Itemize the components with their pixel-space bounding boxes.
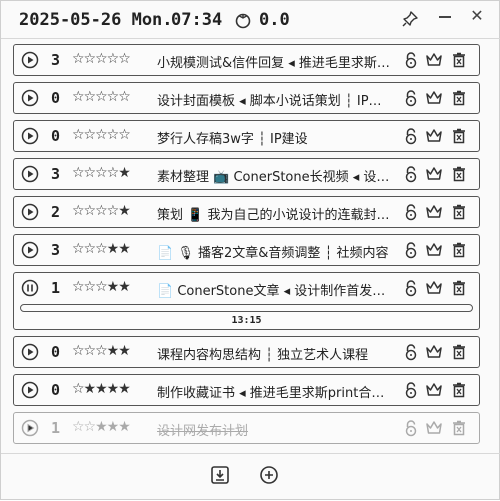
crown-icon[interactable] xyxy=(425,127,443,145)
trash-icon[interactable] xyxy=(450,241,468,259)
minimize-button[interactable] xyxy=(439,16,451,18)
add-task-icon[interactable] xyxy=(259,465,279,485)
task-title[interactable]: 小规模测试&信件回复 ◂ 推进毛里求斯… xyxy=(157,52,397,71)
priority-stars[interactable]: ☆☆☆★★ xyxy=(72,343,131,359)
task-row[interactable]: 0 ☆☆☆☆☆ 梦行人存稿3w字 ┆ IP建设 xyxy=(13,120,480,152)
trash-icon[interactable] xyxy=(450,279,468,297)
close-button[interactable]: ✕ xyxy=(469,8,485,24)
lock-icon[interactable] xyxy=(402,279,420,297)
priority-stars[interactable]: ☆☆☆☆☆ xyxy=(72,89,131,105)
task-row[interactable]: 3 ☆☆☆☆☆ 小规模测试&信件回复 ◂ 推进毛里求斯… xyxy=(13,44,480,76)
priority-stars[interactable]: ☆☆☆☆★ xyxy=(72,203,131,219)
trash-icon[interactable] xyxy=(450,381,468,399)
play-icon[interactable] xyxy=(21,381,39,399)
progress-bar[interactable] xyxy=(20,304,473,312)
play-icon[interactable] xyxy=(21,419,39,437)
score-label: 0.0 xyxy=(259,10,290,30)
pomodoro-count: 0 xyxy=(51,89,61,107)
play-icon[interactable] xyxy=(21,203,39,221)
pomodoro-count: 1 xyxy=(51,279,61,297)
task-title[interactable]: 设计网发布计划 xyxy=(157,420,397,439)
priority-stars[interactable]: ☆☆☆☆☆ xyxy=(72,51,131,67)
lock-icon[interactable] xyxy=(402,51,420,69)
play-icon[interactable] xyxy=(21,241,39,259)
task-title[interactable]: 设计封面模板 ◂ 脚本小说话策划 ┆ IP… xyxy=(157,90,397,109)
priority-stars[interactable]: ☆★★★★ xyxy=(72,381,131,397)
task-title[interactable]: 课程内容构思结构 ┆ 独立艺术人课程 xyxy=(157,344,397,363)
play-icon[interactable] xyxy=(21,51,39,69)
task-title[interactable]: 梦行人存稿3w字 ┆ IP建设 xyxy=(157,128,397,147)
crown-icon[interactable] xyxy=(425,279,443,297)
tomato-icon xyxy=(235,13,251,29)
lock-icon[interactable] xyxy=(402,343,420,361)
header-bar: 2025-05-26 Mon. 07:34 0.0 ✕ xyxy=(1,1,500,39)
task-title[interactable]: 素材整理 📺 ConerStone长视频 ◂ 设… xyxy=(157,166,397,185)
task-row[interactable]: 0 ☆☆☆★★ 课程内容构思结构 ┆ 独立艺术人课程 xyxy=(13,336,480,368)
task-title[interactable]: 📄 ConerStone文章 ◂ 设计制作首发… xyxy=(157,280,397,299)
priority-stars[interactable]: ☆☆☆★★ xyxy=(72,241,131,257)
crown-icon[interactable] xyxy=(425,203,443,221)
priority-stars[interactable]: ☆☆☆★★ xyxy=(72,279,131,295)
pomodoro-count: 3 xyxy=(51,241,61,259)
task-row[interactable]: 1 ☆☆★★★ 设计网发布计划 xyxy=(13,412,480,444)
task-row[interactable]: 3 ☆☆☆☆★ 素材整理 📺 ConerStone长视频 ◂ 设… xyxy=(13,158,480,190)
trash-icon[interactable] xyxy=(450,127,468,145)
lock-icon[interactable] xyxy=(402,381,420,399)
lock-icon[interactable] xyxy=(402,241,420,259)
priority-stars[interactable]: ☆☆☆☆★ xyxy=(72,165,131,181)
task-row[interactable]: 1 ☆☆☆★★ 📄 ConerStone文章 ◂ 设计制作首发… 13:15 xyxy=(13,272,480,330)
crown-icon[interactable] xyxy=(425,241,443,259)
play-icon[interactable] xyxy=(21,165,39,183)
priority-stars[interactable]: ☆☆★★★ xyxy=(72,419,131,435)
pomodoro-count: 2 xyxy=(51,203,61,221)
trash-icon[interactable] xyxy=(450,203,468,221)
pause-icon[interactable] xyxy=(21,279,39,297)
app-window: 2025-05-26 Mon. 07:34 0.0 ✕ 3 ☆☆☆☆☆ 小规模测试&… xyxy=(0,0,500,500)
trash-icon[interactable] xyxy=(450,419,468,437)
lock-icon[interactable] xyxy=(402,89,420,107)
lock-icon[interactable] xyxy=(402,127,420,145)
trash-icon[interactable] xyxy=(450,89,468,107)
task-row[interactable]: 0 ☆★★★★ 制作收藏证书 ◂ 推进毛里求斯print合… xyxy=(13,374,480,406)
task-title[interactable]: 策划 📱 我为自己的小说设计的连载封… xyxy=(157,204,397,223)
task-row[interactable]: 0 ☆☆☆☆☆ 设计封面模板 ◂ 脚本小说话策划 ┆ IP… xyxy=(13,82,480,114)
pomodoro-count: 0 xyxy=(51,343,61,361)
bottom-toolbar xyxy=(1,453,500,501)
trash-icon[interactable] xyxy=(450,165,468,183)
task-row[interactable]: 2 ☆☆☆☆★ 策划 📱 我为自己的小说设计的连载封… xyxy=(13,196,480,228)
crown-icon[interactable] xyxy=(425,419,443,437)
play-icon[interactable] xyxy=(21,127,39,145)
crown-icon[interactable] xyxy=(425,89,443,107)
pomodoro-count: 3 xyxy=(51,51,61,69)
trash-icon[interactable] xyxy=(450,343,468,361)
lock-icon[interactable] xyxy=(402,203,420,221)
task-title[interactable]: 📄 🎙 播客2文章&音频调整 ┆ 社频内容 xyxy=(157,242,397,261)
pin-icon[interactable] xyxy=(401,10,419,28)
date-label: 2025-05-26 Mon. xyxy=(19,10,173,30)
progress-time: 13:15 xyxy=(231,315,262,326)
lock-icon[interactable] xyxy=(402,419,420,437)
lock-icon[interactable] xyxy=(402,165,420,183)
priority-stars[interactable]: ☆☆☆☆☆ xyxy=(72,127,131,143)
pomodoro-count: 0 xyxy=(51,381,61,399)
crown-icon[interactable] xyxy=(425,381,443,399)
header-divider xyxy=(1,38,500,39)
crown-icon[interactable] xyxy=(425,51,443,69)
pomodoro-count: 1 xyxy=(51,419,61,437)
play-icon[interactable] xyxy=(21,343,39,361)
pomodoro-count: 0 xyxy=(51,127,61,145)
task-title[interactable]: 制作收藏证书 ◂ 推进毛里求斯print合… xyxy=(157,382,397,401)
crown-icon[interactable] xyxy=(425,343,443,361)
trash-icon[interactable] xyxy=(450,51,468,69)
play-icon[interactable] xyxy=(21,89,39,107)
time-label: 07:34 xyxy=(171,10,223,30)
pomodoro-count: 3 xyxy=(51,165,61,183)
export-icon[interactable] xyxy=(210,465,230,485)
task-list: 3 ☆☆☆☆☆ 小规模测试&信件回复 ◂ 推进毛里求斯… 0 ☆☆☆☆☆ 设计封面模板 ◂… xyxy=(13,44,480,450)
crown-icon[interactable] xyxy=(425,165,443,183)
task-row[interactable]: 3 ☆☆☆★★ 📄 🎙 播客2文章&音频调整 ┆ 社频内容 xyxy=(13,234,480,266)
